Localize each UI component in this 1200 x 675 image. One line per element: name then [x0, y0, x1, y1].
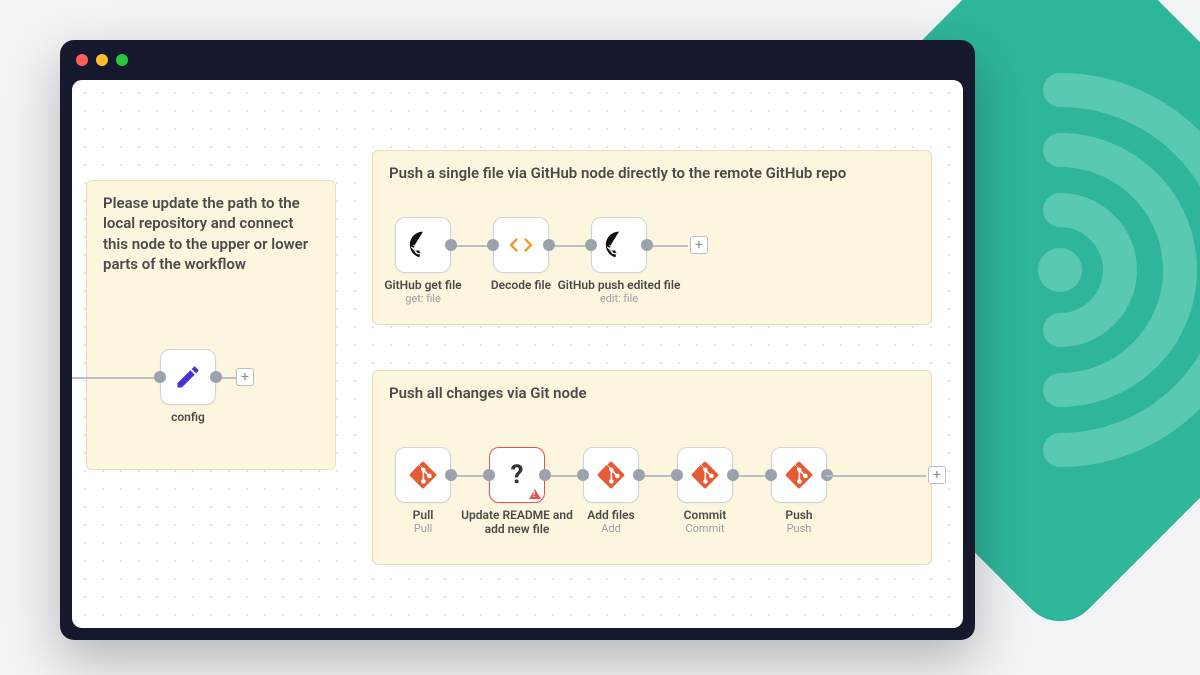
node-add-files[interactable]: Add files Add	[583, 447, 639, 503]
node-port-in[interactable]	[765, 469, 777, 481]
node-label: Pull Pull	[413, 508, 434, 536]
node-label: Add files Add	[587, 508, 634, 536]
sticky-note-text: Please update the path to the local repo…	[87, 181, 335, 278]
node-sub: Pull	[413, 522, 434, 535]
node-port-in[interactable]	[487, 239, 499, 251]
node-name: Push	[785, 508, 812, 522]
add-node-button[interactable]: +	[690, 236, 708, 254]
node-label: Decode file	[491, 278, 551, 292]
zoom-icon[interactable]	[116, 54, 128, 66]
node-port-in[interactable]	[585, 239, 597, 251]
node-sub: Commit	[684, 522, 727, 535]
node-label: Update README and add new file	[457, 508, 577, 537]
git-icon	[409, 461, 437, 489]
node-port-in[interactable]	[577, 469, 589, 481]
app-window: Please update the path to the local repo…	[60, 40, 975, 640]
node-decode-file[interactable]: Decode file	[493, 217, 549, 273]
pencil-icon	[174, 363, 202, 391]
node-sub: Push	[785, 522, 812, 535]
question-icon: ?	[511, 460, 524, 490]
node-port-out[interactable]	[543, 239, 555, 251]
git-icon	[785, 461, 813, 489]
minimize-icon[interactable]	[96, 54, 108, 66]
titlebar	[60, 40, 975, 80]
node-name: Commit	[684, 508, 727, 522]
node-name: Pull	[413, 508, 434, 522]
node-label: config	[171, 410, 205, 424]
add-node-button[interactable]: +	[236, 368, 254, 386]
github-icon	[409, 231, 437, 259]
node-name: Decode file	[491, 278, 551, 292]
warning-icon	[529, 489, 541, 499]
wire	[826, 475, 926, 477]
node-port-out[interactable]	[210, 371, 222, 383]
node-name: GitHub push edited file	[558, 278, 681, 292]
node-label: Push Push	[785, 508, 812, 536]
group-title: Push all changes via Git node	[373, 371, 931, 407]
node-push[interactable]: Push Push	[771, 447, 827, 503]
node-port-out[interactable]	[539, 469, 551, 481]
group-bottom[interactable]: Push all changes via Git node	[372, 370, 932, 565]
close-icon[interactable]	[76, 54, 88, 66]
node-sub: edit: file	[558, 292, 681, 305]
node-name: Add files	[587, 508, 634, 522]
node-port-out[interactable]	[727, 469, 739, 481]
node-port-out[interactable]	[445, 239, 457, 251]
git-icon	[597, 461, 625, 489]
wire	[222, 377, 236, 379]
node-port-in[interactable]	[154, 371, 166, 383]
node-github-push-edited-file[interactable]: GitHub push edited file edit: file	[591, 217, 647, 273]
node-port-in[interactable]	[483, 469, 495, 481]
node-sub: get: file	[384, 292, 461, 305]
add-node-button[interactable]: +	[928, 466, 946, 484]
node-label: GitHub get file get: file	[384, 278, 461, 306]
node-port-out[interactable]	[445, 469, 457, 481]
code-icon	[507, 231, 535, 259]
node-config[interactable]: config	[160, 349, 216, 405]
git-icon	[691, 461, 719, 489]
node-github-get-file[interactable]: GitHub get file get: file	[395, 217, 451, 273]
node-name: GitHub get file	[384, 278, 461, 292]
node-port-in[interactable]	[671, 469, 683, 481]
node-port-out[interactable]	[633, 469, 645, 481]
github-icon	[605, 231, 633, 259]
node-commit[interactable]: Commit Commit	[677, 447, 733, 503]
node-label: GitHub push edited file edit: file	[558, 278, 681, 306]
wire	[72, 377, 160, 379]
workflow-canvas[interactable]: Please update the path to the local repo…	[72, 80, 963, 628]
node-port-out[interactable]	[641, 239, 653, 251]
node-sub: Add	[587, 522, 634, 535]
sticky-note-left[interactable]: Please update the path to the local repo…	[86, 180, 336, 470]
node-label: Commit Commit	[684, 508, 727, 536]
node-name: Update README and add new file	[461, 508, 573, 536]
group-title: Push a single file via GitHub node direc…	[373, 151, 931, 187]
node-update-readme[interactable]: ? Update README and add new file	[489, 447, 545, 503]
node-pull[interactable]: Pull Pull	[395, 447, 451, 503]
